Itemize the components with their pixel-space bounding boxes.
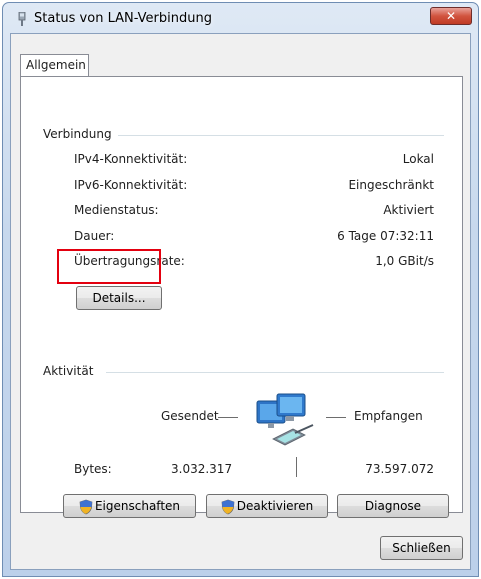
properties-button[interactable]: Eigenschaften	[63, 494, 196, 518]
uac-shield-icon	[79, 499, 93, 514]
activity-heading: Aktivität	[43, 364, 100, 378]
deactivate-button[interactable]: Deaktivieren	[206, 494, 328, 518]
activity-divider	[296, 457, 297, 477]
duration-label: Dauer:	[74, 229, 115, 243]
activity-group-line	[106, 372, 444, 373]
duration-value: 6 Tage 07:32:11	[337, 229, 434, 243]
uac-shield-icon	[221, 499, 235, 514]
diagnose-button[interactable]: Diagnose	[337, 494, 449, 518]
properties-button-label: Eigenschaften	[94, 499, 181, 513]
title-bar[interactable]: Status von LAN-Verbindung ✕	[3, 3, 478, 33]
connection-heading: Verbindung	[43, 127, 118, 141]
tab-general[interactable]: Allgemein	[20, 54, 89, 77]
bytes-label: Bytes:	[74, 462, 112, 476]
media-status-label: Medienstatus:	[74, 203, 159, 217]
sent-label: Gesendet	[161, 409, 219, 423]
bytes-sent-value: 3.032.317	[171, 462, 233, 476]
details-highlight-frame	[57, 249, 161, 284]
deactivate-button-label: Deaktivieren	[236, 499, 314, 513]
connection-group-line	[111, 135, 444, 136]
received-line	[326, 417, 346, 418]
window-close-button[interactable]: ✕	[430, 7, 472, 25]
ipv6-value: Eingeschränkt	[348, 178, 434, 192]
tab-panel-general: Verbindung IPv4-Konnektivität: Lokal IPv…	[20, 76, 463, 518]
dialog-client-area: Allgemein Verbindung IPv4-Konnektivität:…	[10, 33, 471, 570]
media-status-value: Aktiviert	[383, 203, 434, 217]
ipv4-label: IPv4-Konnektivität:	[74, 152, 188, 166]
ipv4-value: Lokal	[402, 152, 434, 166]
network-connection-icon	[18, 12, 26, 26]
ipv6-label: IPv6-Konnektivität:	[74, 178, 188, 192]
window-title: Status von LAN-Verbindung	[34, 11, 212, 26]
window-frame: Status von LAN-Verbindung ✕ Allgemein Ve…	[2, 2, 479, 577]
sent-line	[218, 417, 238, 418]
bytes-received-value: 73.597.072	[365, 462, 434, 476]
transfer-rate-value: 1,0 GBit/s	[375, 254, 434, 268]
details-button[interactable]: Details...	[76, 286, 162, 310]
close-button[interactable]: Schließen	[380, 536, 463, 560]
received-label: Empfangen	[354, 409, 423, 423]
network-computers-icon	[256, 393, 314, 446]
